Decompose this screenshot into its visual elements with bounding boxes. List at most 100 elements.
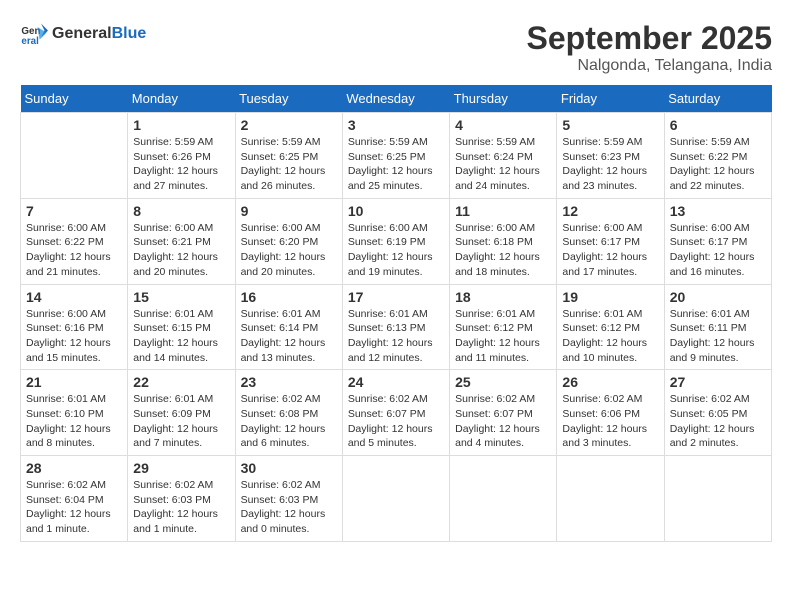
day-info: Sunrise: 6:01 AMSunset: 6:14 PMDaylight:…	[241, 307, 337, 366]
day-info: Sunrise: 6:01 AMSunset: 6:12 PMDaylight:…	[455, 307, 551, 366]
day-number: 27	[670, 374, 766, 390]
calendar-cell	[664, 456, 771, 542]
calendar-cell: 30 Sunrise: 6:02 AMSunset: 6:03 PMDayligh…	[235, 456, 342, 542]
day-number: 10	[348, 203, 444, 219]
day-info: Sunrise: 6:00 AMSunset: 6:22 PMDaylight:…	[26, 221, 122, 280]
calendar-cell: 17Sunrise: 6:01 AMSunset: 6:13 PMDayligh…	[342, 284, 449, 370]
calendar-day-header: Saturday	[664, 85, 771, 113]
day-info: Sunrise: 5:59 AMSunset: 6:24 PMDaylight:…	[455, 135, 551, 194]
calendar-cell: 23 Sunrise: 6:02 AMSunset: 6:08 PMDayligh…	[235, 370, 342, 456]
calendar-week-row: 1Sunrise: 5:59 AMSunset: 6:26 PMDaylight…	[21, 113, 772, 199]
day-number: 29	[133, 460, 229, 476]
day-number: 24	[348, 374, 444, 390]
day-number: 19	[562, 289, 658, 305]
day-number: 18	[455, 289, 551, 305]
location-subtitle: Nalgonda, Telangana, India	[527, 57, 772, 75]
day-info: Sunrise: 5:59 AMSunset: 6:26 PMDaylight:…	[133, 135, 229, 194]
day-number: 7	[26, 203, 122, 219]
calendar-cell	[342, 456, 449, 542]
calendar-cell: 26Sunrise: 6:02 AMSunset: 6:06 PMDayligh…	[557, 370, 664, 456]
day-info: Sunrise: 6:00 AMSunset: 6:16 PMDaylight:…	[26, 307, 122, 366]
calendar-cell: 3 Sunrise: 5:59 AMSunset: 6:25 PMDaylight…	[342, 113, 449, 199]
day-info: Sunrise: 6:01 AMSunset: 6:12 PMDaylight:…	[562, 307, 658, 366]
day-number: 6	[670, 117, 766, 133]
day-info: Sunrise: 5:59 AMSunset: 6:22 PMDaylight:…	[670, 135, 766, 194]
day-number: 11	[455, 203, 551, 219]
calendar-cell: 27 Sunrise: 6:02 AMSunset: 6:05 PMDayligh…	[664, 370, 771, 456]
day-number: 12	[562, 203, 658, 219]
day-info: Sunrise: 6:01 AMSunset: 6:09 PMDaylight:…	[133, 392, 229, 451]
day-number: 20	[670, 289, 766, 305]
day-info: Sunrise: 6:02 AMSunset: 6:05 PMDaylight:…	[670, 392, 766, 451]
calendar-cell: 11 Sunrise: 6:00 AMSunset: 6:18 PMDayligh…	[450, 198, 557, 284]
calendar-cell: 22 Sunrise: 6:01 AMSunset: 6:09 PMDayligh…	[128, 370, 235, 456]
day-info: Sunrise: 6:01 AMSunset: 6:13 PMDaylight:…	[348, 307, 444, 366]
day-info: Sunrise: 6:02 AMSunset: 6:07 PMDaylight:…	[455, 392, 551, 451]
day-info: Sunrise: 6:02 AMSunset: 6:04 PMDaylight:…	[26, 478, 122, 537]
calendar-cell: 15 Sunrise: 6:01 AMSunset: 6:15 PMDayligh…	[128, 284, 235, 370]
day-info: Sunrise: 6:00 AMSunset: 6:17 PMDaylight:…	[670, 221, 766, 280]
calendar-cell	[557, 456, 664, 542]
calendar-day-header: Thursday	[450, 85, 557, 113]
calendar-cell: 10 Sunrise: 6:00 AMSunset: 6:19 PMDayligh…	[342, 198, 449, 284]
calendar-cell: 6 Sunrise: 5:59 AMSunset: 6:22 PMDaylight…	[664, 113, 771, 199]
day-number: 21	[26, 374, 122, 390]
day-info: Sunrise: 6:02 AMSunset: 6:08 PMDaylight:…	[241, 392, 337, 451]
day-number: 14	[26, 289, 122, 305]
svg-text:eral: eral	[21, 36, 39, 47]
day-number: 3	[348, 117, 444, 133]
day-info: Sunrise: 6:00 AMSunset: 6:17 PMDaylight:…	[562, 221, 658, 280]
day-number: 9	[241, 203, 337, 219]
day-info: Sunrise: 6:02 AMSunset: 6:03 PMDaylight:…	[241, 478, 337, 537]
calendar-cell: 1Sunrise: 5:59 AMSunset: 6:26 PMDaylight…	[128, 113, 235, 199]
calendar-header-row: SundayMondayTuesdayWednesdayThursdayFrid…	[21, 85, 772, 113]
day-info: Sunrise: 5:59 AMSunset: 6:25 PMDaylight:…	[348, 135, 444, 194]
day-info: Sunrise: 6:02 AMSunset: 6:03 PMDaylight:…	[133, 478, 229, 537]
calendar-cell: 21 Sunrise: 6:01 AMSunset: 6:10 PMDayligh…	[21, 370, 128, 456]
calendar-cell: 14 Sunrise: 6:00 AMSunset: 6:16 PMDayligh…	[21, 284, 128, 370]
day-number: 30	[241, 460, 337, 476]
day-info: Sunrise: 5:59 AMSunset: 6:25 PMDaylight:…	[241, 135, 337, 194]
calendar-cell: 7 Sunrise: 6:00 AMSunset: 6:22 PMDaylight…	[21, 198, 128, 284]
day-info: Sunrise: 6:00 AMSunset: 6:21 PMDaylight:…	[133, 221, 229, 280]
calendar-cell: 2 Sunrise: 5:59 AMSunset: 6:25 PMDaylight…	[235, 113, 342, 199]
day-info: Sunrise: 6:02 AMSunset: 6:07 PMDaylight:…	[348, 392, 444, 451]
day-number: 2	[241, 117, 337, 133]
day-info: Sunrise: 6:00 AMSunset: 6:19 PMDaylight:…	[348, 221, 444, 280]
calendar-cell: 16 Sunrise: 6:01 AMSunset: 6:14 PMDayligh…	[235, 284, 342, 370]
calendar-cell	[450, 456, 557, 542]
calendar-table: SundayMondayTuesdayWednesdayThursdayFrid…	[20, 85, 772, 542]
day-number: 28	[26, 460, 122, 476]
day-number: 8	[133, 203, 229, 219]
day-number: 4	[455, 117, 551, 133]
title-block: September 2025 Nalgonda, Telangana, Indi…	[527, 20, 772, 75]
logo: Gen eral GeneralBlue	[20, 20, 146, 48]
logo-icon: Gen eral	[20, 20, 48, 48]
day-number: 15	[133, 289, 229, 305]
calendar-day-header: Sunday	[21, 85, 128, 113]
day-number: 16	[241, 289, 337, 305]
logo-text: GeneralBlue	[52, 25, 146, 43]
calendar-cell	[21, 113, 128, 199]
calendar-cell: 12 Sunrise: 6:00 AMSunset: 6:17 PMDayligh…	[557, 198, 664, 284]
calendar-cell: 25Sunrise: 6:02 AMSunset: 6:07 PMDayligh…	[450, 370, 557, 456]
calendar-day-header: Friday	[557, 85, 664, 113]
day-info: Sunrise: 6:01 AMSunset: 6:15 PMDaylight:…	[133, 307, 229, 366]
calendar-week-row: 21 Sunrise: 6:01 AMSunset: 6:10 PMDayligh…	[21, 370, 772, 456]
day-info: Sunrise: 6:01 AMSunset: 6:11 PMDaylight:…	[670, 307, 766, 366]
calendar-cell: 5Sunrise: 5:59 AMSunset: 6:23 PMDaylight…	[557, 113, 664, 199]
day-info: Sunrise: 6:01 AMSunset: 6:10 PMDaylight:…	[26, 392, 122, 451]
calendar-week-row: 28 Sunrise: 6:02 AMSunset: 6:04 PMDayligh…	[21, 456, 772, 542]
day-info: Sunrise: 6:00 AMSunset: 6:18 PMDaylight:…	[455, 221, 551, 280]
day-number: 22	[133, 374, 229, 390]
calendar-cell: 8 Sunrise: 6:00 AMSunset: 6:21 PMDaylight…	[128, 198, 235, 284]
page-header: Gen eral GeneralBlue September 2025 Nalg…	[20, 20, 772, 75]
day-info: Sunrise: 6:00 AMSunset: 6:20 PMDaylight:…	[241, 221, 337, 280]
calendar-cell: 29 Sunrise: 6:02 AMSunset: 6:03 PMDayligh…	[128, 456, 235, 542]
day-number: 23	[241, 374, 337, 390]
calendar-week-row: 7 Sunrise: 6:00 AMSunset: 6:22 PMDaylight…	[21, 198, 772, 284]
day-number: 13	[670, 203, 766, 219]
calendar-cell: 4 Sunrise: 5:59 AMSunset: 6:24 PMDaylight…	[450, 113, 557, 199]
day-number: 26	[562, 374, 658, 390]
calendar-day-header: Tuesday	[235, 85, 342, 113]
